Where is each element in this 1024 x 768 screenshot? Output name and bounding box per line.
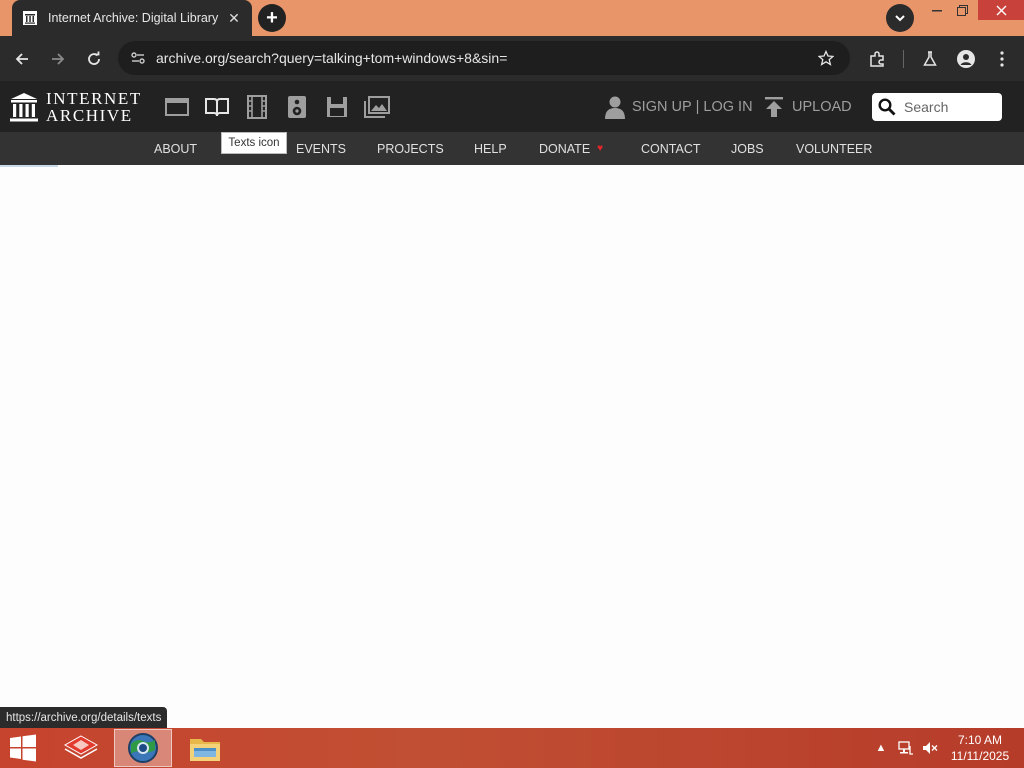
upload-link[interactable]: UPLOAD bbox=[763, 95, 852, 119]
link-status-bubble: https://archive.org/details/texts bbox=[0, 707, 168, 728]
ia-wordmark: INTERNET ARCHIVE bbox=[46, 90, 142, 124]
software-icon[interactable] bbox=[324, 94, 350, 120]
search-icon bbox=[878, 98, 896, 116]
user-icon bbox=[605, 96, 625, 119]
start-button[interactable] bbox=[6, 734, 40, 762]
user-account-area: SIGN UP | LOG IN bbox=[604, 95, 753, 119]
back-button[interactable] bbox=[8, 45, 36, 73]
back-arrow-icon bbox=[15, 53, 28, 65]
auth-separator: | bbox=[695, 99, 700, 115]
nav-contact[interactable]: CONTACT bbox=[641, 132, 701, 165]
video-icon[interactable] bbox=[244, 94, 270, 120]
close-window-button[interactable] bbox=[978, 0, 1024, 20]
windows-logo-icon bbox=[10, 734, 36, 762]
labs-flask-icon[interactable] bbox=[919, 48, 941, 70]
tab-close-icon[interactable]: ✕ bbox=[226, 10, 242, 26]
bookmark-star-icon[interactable] bbox=[816, 48, 836, 68]
browser-tab[interactable]: Internet Archive: Digital Library ✕ bbox=[12, 0, 252, 36]
ia-search-box[interactable] bbox=[872, 93, 1002, 121]
log-in-link[interactable]: LOG IN bbox=[703, 99, 752, 115]
tab-search-button[interactable] bbox=[886, 4, 914, 32]
nav-volunteer[interactable]: VOLUNTEER bbox=[796, 132, 872, 165]
chevron-down-icon bbox=[895, 15, 905, 22]
ia-secondary-navigation: ABOUT EVENTS PROJECTS HELP DONATE ♥ CONT… bbox=[0, 132, 1024, 165]
web-icon[interactable] bbox=[164, 94, 190, 120]
forward-button[interactable] bbox=[44, 45, 72, 73]
upload-label: UPLOAD bbox=[792, 99, 852, 115]
search-input[interactable] bbox=[902, 98, 998, 116]
ia-wordmark-line1: INTERNET bbox=[46, 89, 142, 108]
toolbar-divider bbox=[903, 50, 904, 68]
browser-menu-icon[interactable] bbox=[991, 48, 1013, 70]
nav-about[interactable]: ABOUT bbox=[154, 132, 197, 165]
internet-archive-favicon-icon bbox=[22, 10, 38, 26]
browser-toolbar: archive.org/search?query=talking+tom+win… bbox=[0, 36, 1024, 81]
ia-top-navigation: INTERNET ARCHIVE SIGN UP | LOG IN UPLOAD bbox=[0, 81, 1024, 132]
tab-title: Internet Archive: Digital Library bbox=[48, 11, 219, 25]
upload-icon bbox=[765, 97, 783, 117]
sign-up-link[interactable]: SIGN UP bbox=[632, 99, 692, 115]
show-hidden-icons-button[interactable]: ▲ bbox=[874, 728, 888, 768]
page-loading-indicator bbox=[0, 165, 58, 167]
taskbar-browser-icon[interactable] bbox=[114, 729, 172, 767]
texts-icon-tooltip: Texts icon bbox=[221, 132, 287, 154]
profile-avatar-icon[interactable] bbox=[955, 48, 977, 70]
address-bar-url[interactable]: archive.org/search?query=talking+tom+win… bbox=[156, 50, 507, 66]
nav-help[interactable]: HELP bbox=[474, 132, 507, 165]
address-bar[interactable]: archive.org/search?query=talking+tom+win… bbox=[118, 41, 850, 75]
volume-muted-icon[interactable] bbox=[920, 728, 940, 768]
new-tab-button[interactable]: + bbox=[258, 4, 286, 32]
ia-wordmark-line2: ARCHIVE bbox=[46, 106, 133, 125]
reload-button[interactable] bbox=[80, 45, 108, 73]
site-info-icon[interactable] bbox=[126, 46, 150, 70]
page-content-area bbox=[0, 165, 1024, 728]
browser-tab-strip: Internet Archive: Digital Library ✕ + bbox=[0, 0, 1024, 36]
nav-events[interactable]: EVENTS bbox=[296, 132, 346, 165]
reload-icon bbox=[88, 51, 100, 65]
nav-donate[interactable]: DONATE ♥ bbox=[539, 132, 603, 165]
nav-jobs[interactable]: JOBS bbox=[731, 132, 764, 165]
heart-icon: ♥ bbox=[597, 143, 604, 154]
texts-icon[interactable] bbox=[204, 94, 230, 120]
ia-logo-link[interactable]: INTERNET ARCHIVE bbox=[10, 90, 142, 124]
extensions-icon[interactable] bbox=[866, 48, 888, 70]
windows-taskbar: ▲ 7:10 AM 11/11/2025 bbox=[0, 728, 1024, 768]
archive-building-icon bbox=[10, 93, 38, 122]
audio-icon[interactable] bbox=[284, 94, 310, 120]
taskbar-app-stack-icon[interactable] bbox=[52, 729, 110, 767]
nav-donate-label: DONATE bbox=[539, 141, 591, 156]
clock-time: 7:10 AM bbox=[957, 733, 1003, 747]
restore-window-button[interactable] bbox=[945, 0, 979, 20]
forward-arrow-icon bbox=[52, 53, 65, 65]
nav-projects[interactable]: PROJECTS bbox=[377, 132, 444, 165]
taskbar-file-explorer-icon[interactable] bbox=[176, 729, 234, 767]
clock-date: 11/11/2025 bbox=[950, 749, 1010, 763]
images-icon[interactable] bbox=[364, 94, 390, 120]
taskbar-clock[interactable]: 7:10 AM 11/11/2025 bbox=[944, 732, 1016, 764]
network-icon[interactable] bbox=[896, 728, 916, 768]
